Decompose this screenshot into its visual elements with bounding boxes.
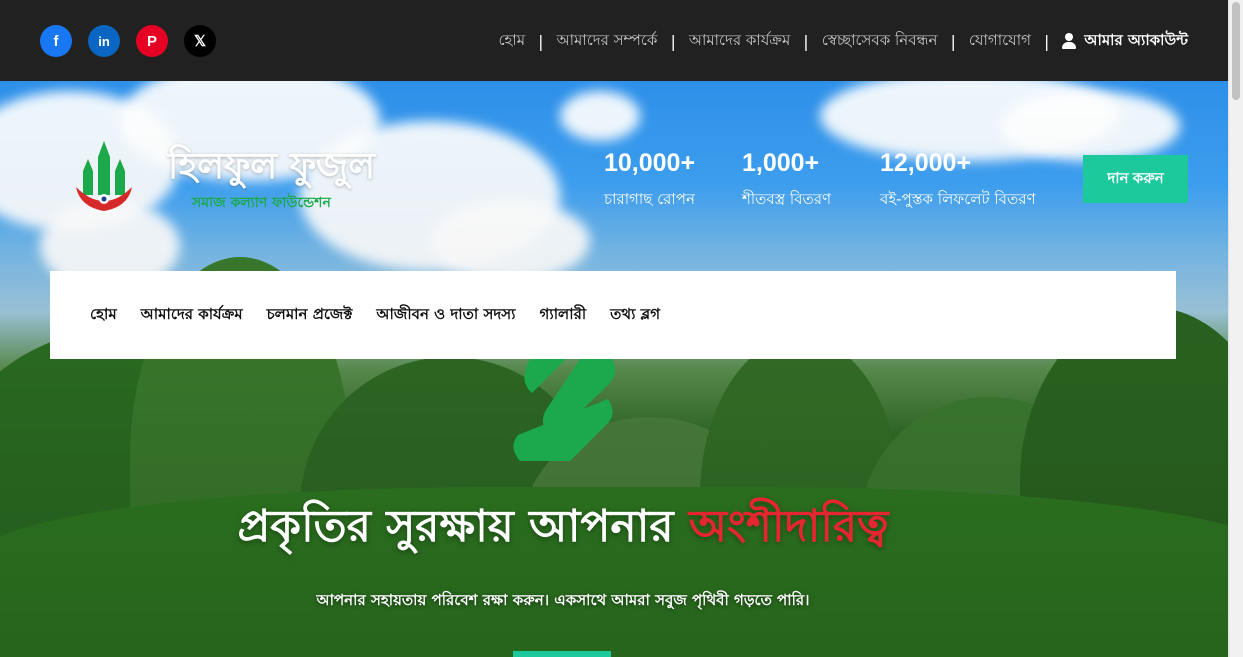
pinterest-icon[interactable]: P (136, 25, 168, 57)
hero-section: হিলফুল ফুজুল সমাজ কল্যাণ ফাউন্ডেশন 10,00… (0, 81, 1228, 657)
mainnav-blog[interactable]: তথ্য ব্লগ (610, 303, 660, 328)
page: f in P 𝕏 হোম | আমাদের সম্পর্কে | আমাদের … (0, 0, 1243, 657)
my-account-label: আমার অ্যাকাউন্ট (1084, 30, 1188, 49)
foundation-logo-icon (76, 141, 132, 211)
nav-separator: | (950, 31, 956, 51)
top-bar: f in P 𝕏 হোম | আমাদের সম্পর্কে | আমাদের … (0, 0, 1228, 81)
mainnav-gallery[interactable]: গ্যালারী (540, 303, 587, 328)
stat-label: শীতবস্ত্র বিতরণ (742, 190, 832, 208)
donate-button[interactable]: দান করুন (1083, 155, 1188, 203)
stat-tree-planting: 10,000+ চারাগাছ রোপন (604, 149, 695, 213)
linkedin-icon[interactable]: in (88, 25, 120, 57)
mainnav-home[interactable]: হোম (90, 303, 117, 328)
x-icon[interactable]: 𝕏 (184, 25, 216, 57)
my-account-link[interactable]: আমার অ্যাকাউন্ট (1062, 29, 1188, 54)
hero-subline: আপনার সহায়তায় পরিবেশ রক্ষা করুন। একসাথ… (316, 591, 810, 609)
user-icon (1062, 33, 1077, 49)
mainnav-ongoing-projects[interactable]: চলমান প্রজেক্ট (267, 303, 353, 328)
nav-separator: | (1043, 31, 1050, 51)
decorative-stripes-icon (513, 359, 616, 461)
nav-separator: | (538, 31, 544, 51)
mainnav-members[interactable]: আজীবন ও দাতা সদস্য (376, 303, 515, 328)
stat-label: চারাগাছ রোপন (604, 190, 695, 208)
top-navigation: হোম | আমাদের সম্পর্কে | আমাদের কার্যক্রম… (498, 29, 1188, 53)
topnav-contact[interactable]: যোগাযোগ (969, 29, 1031, 54)
hero-headline-accent: অংশীদারিত্ব (688, 501, 889, 552)
main-navigation: হোম আমাদের কার্যক্রম চলমান প্রজেক্ট আজীব… (50, 271, 1176, 359)
topnav-home[interactable]: হোম (498, 29, 525, 54)
hero-cta-button[interactable] (513, 651, 611, 657)
stat-value: 10,000+ (604, 149, 696, 177)
scrollbar-thumb[interactable] (1232, 2, 1240, 100)
brand-name[interactable]: হিলফুল ফুজুল (168, 139, 375, 199)
stat-label: বই-পুস্তক লিফলেট বিতরণ (880, 190, 1036, 208)
hero-headline-text: প্রকৃতির সুরক্ষায় আপনার (237, 501, 674, 552)
mainnav-activities[interactable]: আমাদের কার্যক্রম (141, 303, 243, 328)
topnav-volunteer-registration[interactable]: স্বেচ্ছাসেবক নিবন্ধন (822, 29, 938, 54)
topnav-about[interactable]: আমাদের সম্পর্কে (557, 29, 658, 54)
stat-value: 12,000+ (880, 149, 972, 177)
stat-books-leaflets: 12,000+ বই-পুস্তক লিফলেট বিতরণ (880, 149, 1036, 213)
brand-tagline: সমাজ কল্যাণ ফাউন্ডেশন (192, 195, 331, 211)
nav-separator: | (803, 31, 809, 51)
vertical-scrollbar[interactable] (1228, 0, 1243, 657)
hero-headline: প্রকৃতির সুরক্ষায় আপনার অংশীদারিত্ব (0, 493, 1126, 566)
stat-value: 1,000+ (742, 149, 820, 177)
nav-separator: | (670, 31, 676, 51)
topnav-activities[interactable]: আমাদের কার্যক্রম (689, 29, 790, 54)
stat-winter-clothes: 1,000+ শীতবস্ত্র বিতরণ (742, 149, 831, 213)
facebook-icon[interactable]: f (40, 25, 72, 57)
